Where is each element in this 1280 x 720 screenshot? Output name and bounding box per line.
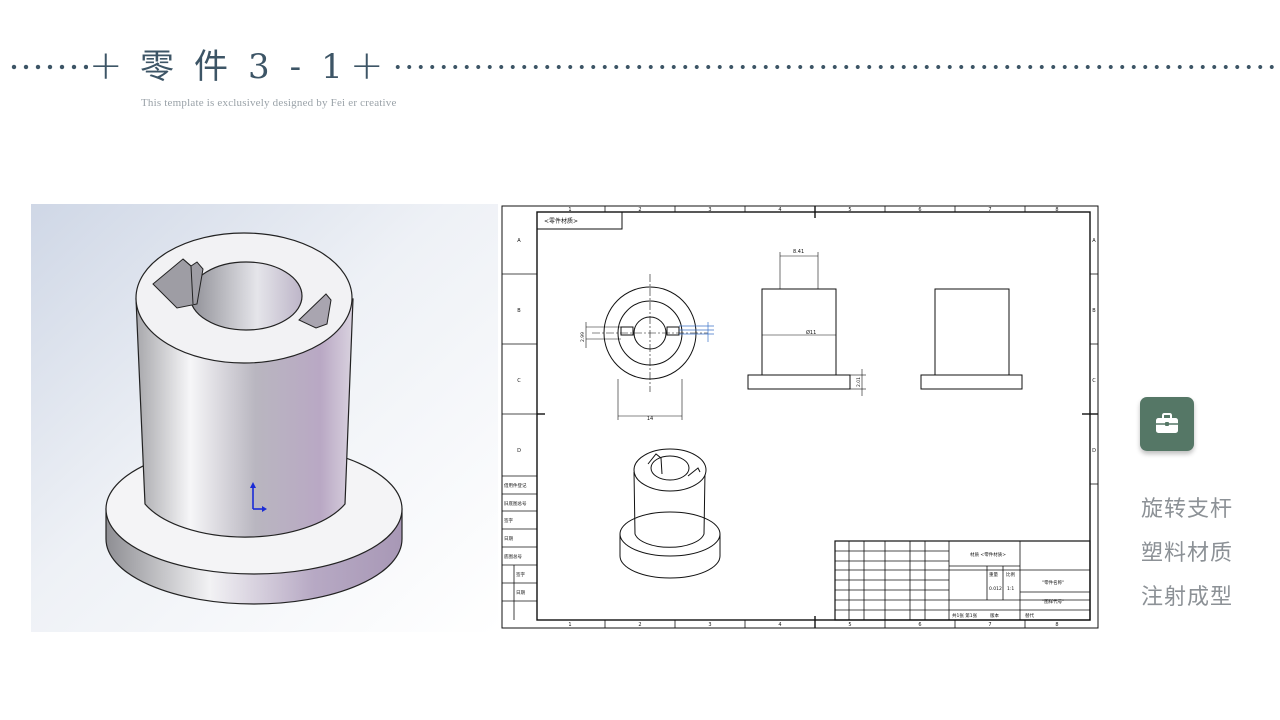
border-number: 4	[778, 622, 781, 628]
side-block-label: 借用件登记	[504, 482, 527, 489]
border-letter: B	[517, 308, 521, 314]
title-block-weight: 0.012	[989, 586, 1002, 592]
title-block-material: 材质 <零件材质>	[970, 551, 1006, 558]
title-block-part-number: "图样代号"	[1042, 598, 1064, 605]
feature-list: 旋转支杆 塑料材质 注射成型	[1141, 488, 1271, 620]
border-number: 5	[848, 622, 851, 628]
page-subtitle: This template is exclusively designed by…	[141, 97, 397, 109]
part-3d-render	[31, 204, 498, 632]
plus-icon: +	[350, 43, 384, 89]
border-number: 6	[918, 207, 921, 213]
material-tag: <零件材质>	[544, 217, 578, 225]
border-number: 5	[848, 207, 851, 213]
side-block-label: 签字	[516, 571, 525, 578]
side-block-label: 底图总号	[504, 553, 522, 560]
side-block-label: 旧底图总号	[504, 500, 527, 507]
border-number: 6	[918, 622, 921, 628]
border-number: 2	[638, 622, 641, 628]
feature-item: 旋转支杆	[1141, 497, 1234, 522]
dimension-side: 2.99	[580, 332, 586, 342]
briefcase-badge	[1140, 397, 1194, 451]
dimension-flange: 2.01	[856, 377, 862, 387]
border-number: 7	[988, 207, 991, 213]
title-block-version: 版本	[990, 612, 999, 619]
title-block-scale-label: 比例	[1006, 571, 1015, 578]
border-number: 7	[988, 622, 991, 628]
border-number: 3	[708, 622, 711, 628]
decorative-dots-right	[392, 64, 1280, 70]
side-block-label: 日期	[504, 536, 513, 542]
decorative-dots-left	[8, 64, 88, 70]
dimension-bottom: 14	[647, 416, 653, 422]
title-block-scale: 1:1	[1007, 586, 1014, 592]
border-letter: A	[517, 238, 521, 244]
side-block-label: 日期	[516, 590, 525, 596]
border-number: 2	[638, 207, 641, 213]
border-number: 4	[778, 207, 781, 213]
border-number: 1	[568, 622, 571, 628]
plus-icon: +	[89, 43, 123, 89]
dimension-top: 8.41	[793, 249, 804, 255]
border-letter: C	[1092, 378, 1096, 384]
side-block-label: 签字	[504, 517, 513, 524]
page-title: 零件3-1	[140, 47, 363, 87]
border-letter: D	[1092, 448, 1096, 454]
border-letter: B	[1092, 308, 1096, 314]
briefcase-icon	[1156, 413, 1178, 433]
border-letter: A	[1092, 238, 1096, 244]
title-block-sheet: 共1张 第1张	[952, 612, 978, 619]
border-letter: D	[517, 448, 521, 454]
feature-item: 塑料材质	[1141, 541, 1234, 566]
border-number: 3	[708, 207, 711, 213]
engineering-drawing: A B C D A B C D 1 2 3 4 5 6 7 8 1 2 3 4 …	[500, 204, 1100, 630]
title-block-replace: 替代	[1025, 612, 1034, 619]
border-number: 8	[1055, 207, 1058, 213]
border-letter: C	[517, 378, 521, 384]
title-block-part-name: "零件名称"	[1042, 579, 1064, 586]
border-number: 8	[1055, 622, 1058, 628]
feature-item: 注射成型	[1141, 585, 1234, 610]
header: + 零件3-1 +	[0, 40, 1280, 90]
dimension-diameter: Ø11	[806, 329, 816, 336]
title-block-weight-label: 重量	[989, 571, 998, 578]
